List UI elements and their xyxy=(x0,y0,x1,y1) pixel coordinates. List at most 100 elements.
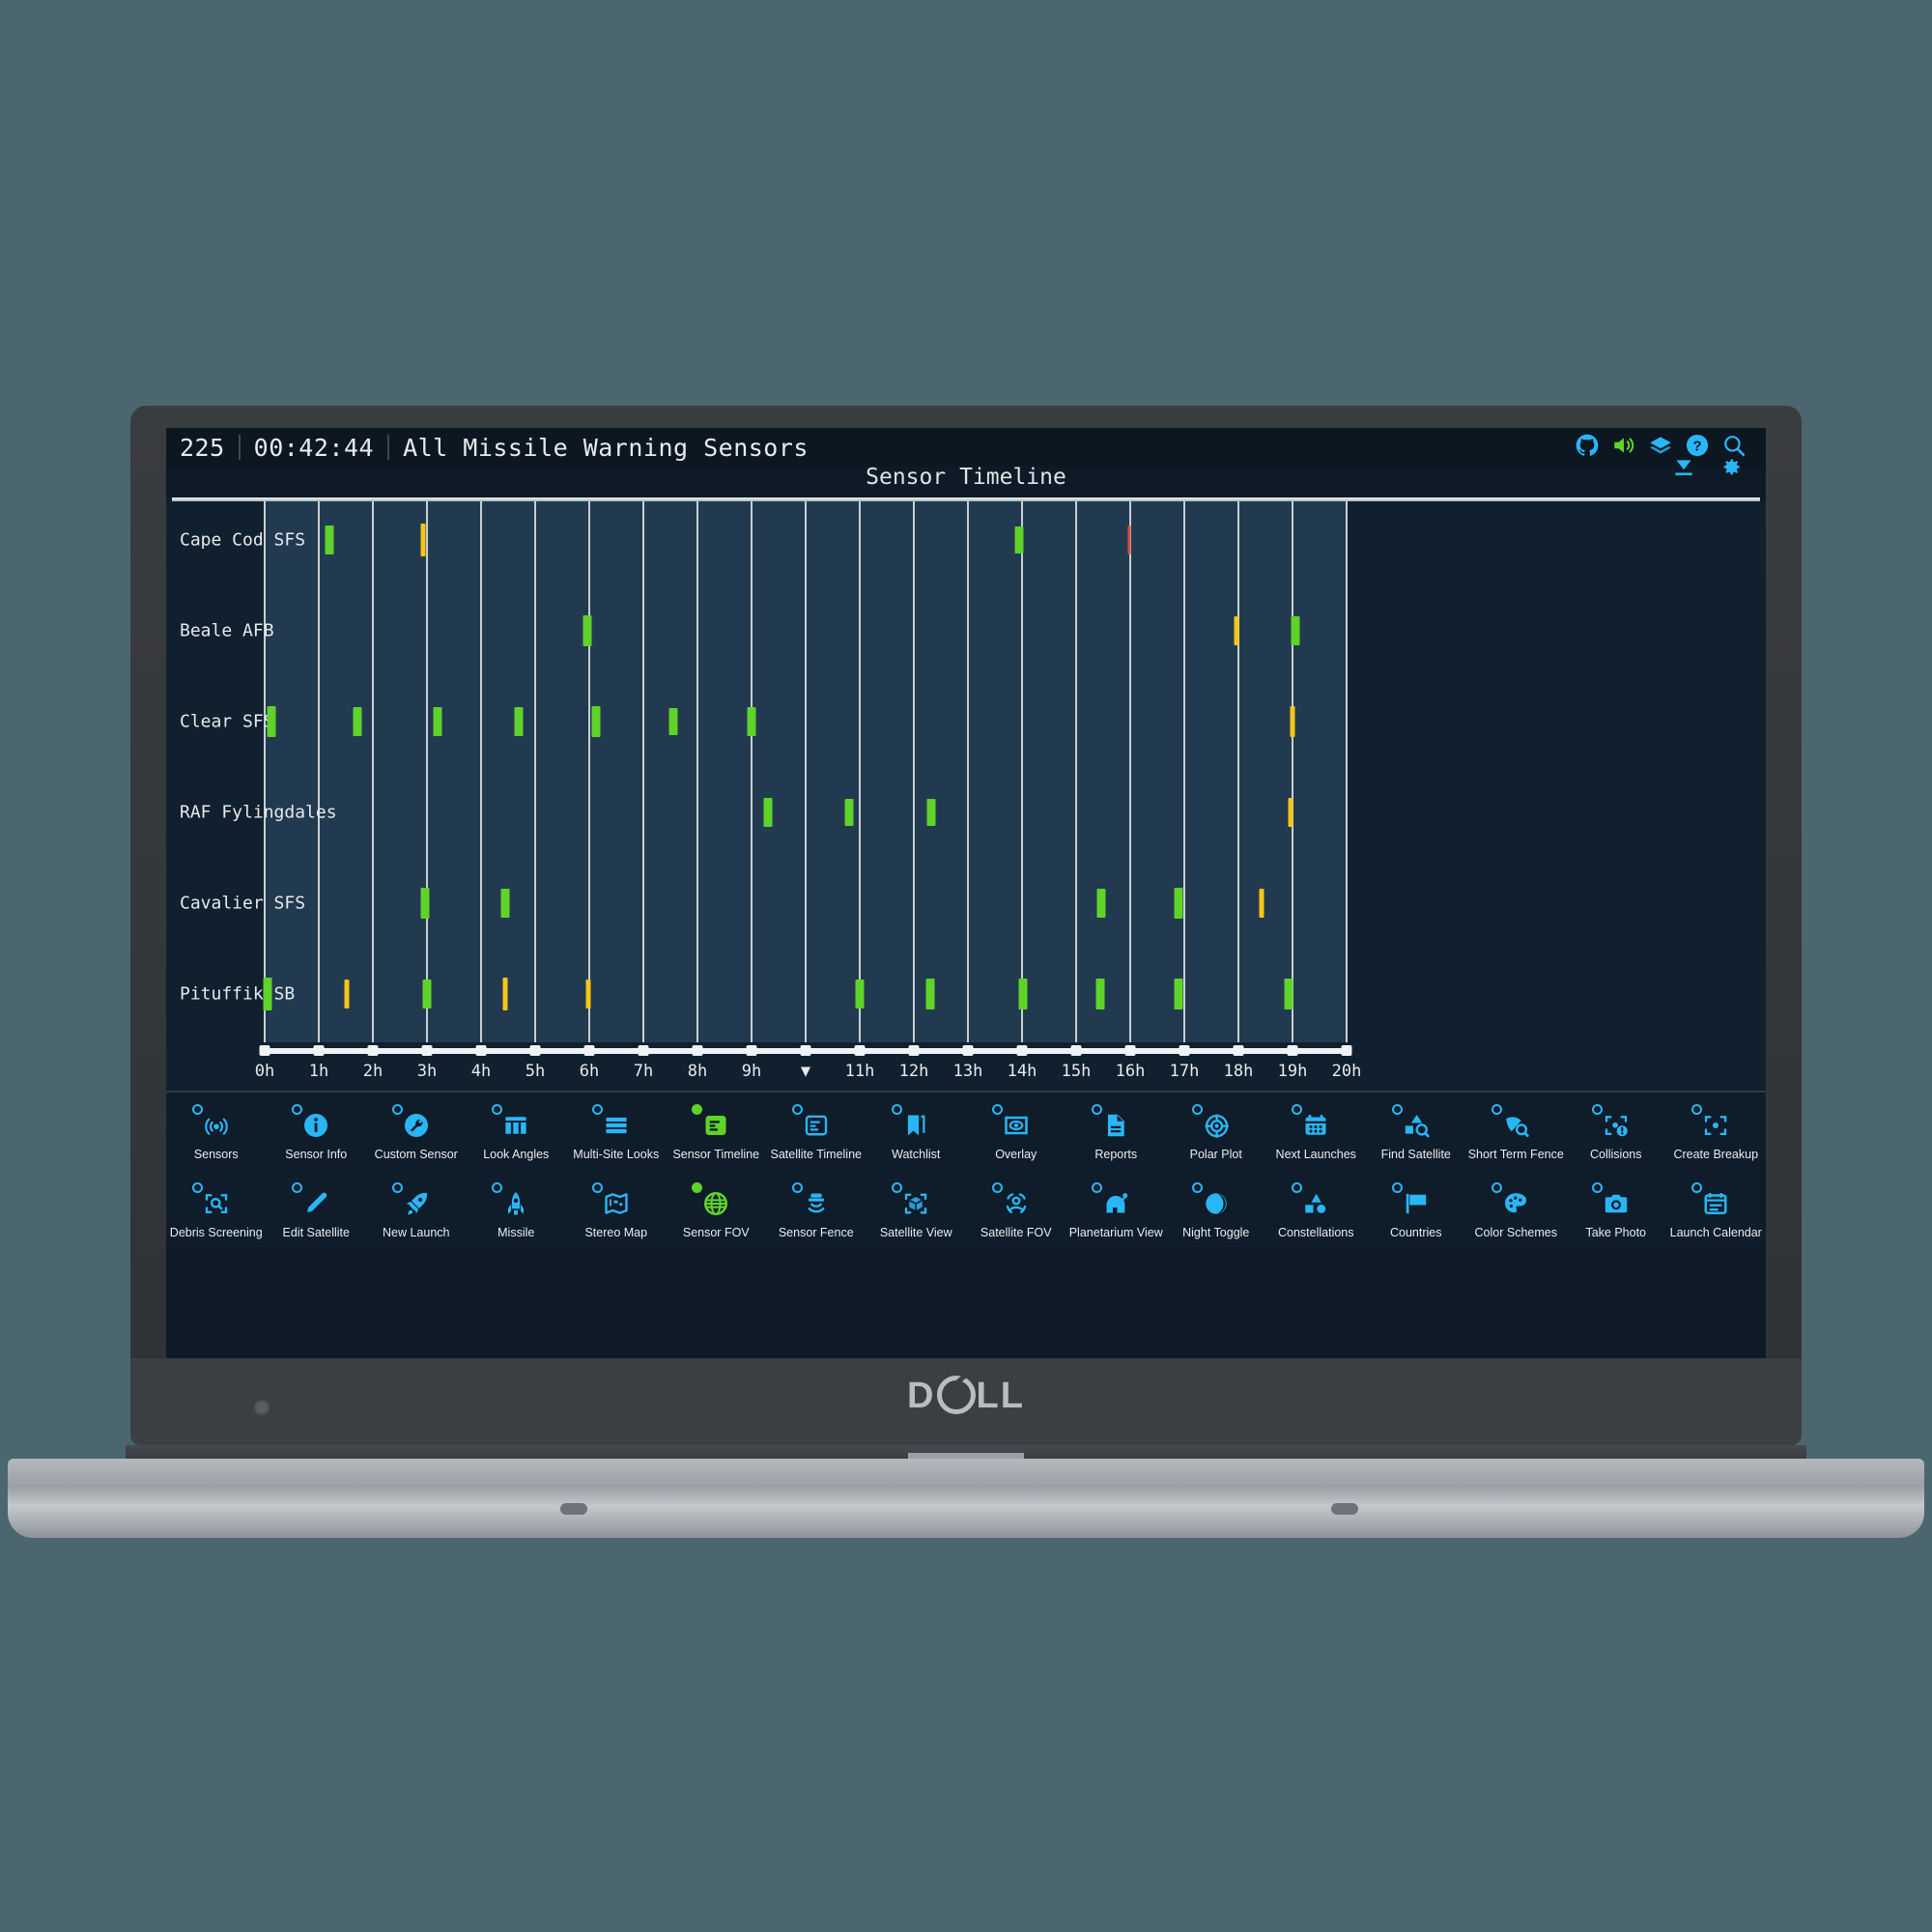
toolbar-item-collisions[interactable]: Collisions xyxy=(1566,1093,1666,1171)
timeline-pass-bar[interactable] xyxy=(855,980,865,1009)
toolbar-item-constellations[interactable]: Constellations xyxy=(1266,1171,1367,1249)
toolbar-item-launch-calendar[interactable]: Launch Calendar xyxy=(1666,1171,1767,1249)
timeline-pass-bar[interactable] xyxy=(433,707,442,736)
toolbar-item-custom-sensor[interactable]: Custom Sensor xyxy=(366,1093,467,1171)
timeline-pass-bar[interactable] xyxy=(1127,526,1131,554)
sensors-icon[interactable] xyxy=(191,1104,239,1145)
toolbar-item-satellite-timeline[interactable]: Satellite Timeline xyxy=(766,1093,867,1171)
toolbar-item-sensor-fence[interactable]: Sensor Fence xyxy=(766,1171,867,1249)
toolbar-item-planetarium-view[interactable]: Planetarium View xyxy=(1066,1171,1167,1249)
timeline-pass-bar[interactable] xyxy=(1259,889,1264,918)
timeline-pass-bar[interactable] xyxy=(1284,979,1293,1009)
collision-alert-icon[interactable] xyxy=(1591,1104,1638,1145)
layers-icon[interactable] xyxy=(1648,433,1673,458)
map-icon[interactable] xyxy=(591,1182,639,1223)
timeline-doc-icon[interactable] xyxy=(692,1104,738,1145)
timeline-pass-bar[interactable] xyxy=(844,799,854,826)
toolbar-item-sensor-info[interactable]: Sensor Info xyxy=(267,1093,367,1171)
info-circle-icon[interactable] xyxy=(292,1104,338,1145)
eye-frame-icon[interactable] xyxy=(991,1104,1038,1145)
toolbar-item-satellite-view[interactable]: Satellite View xyxy=(867,1171,967,1249)
camera-icon[interactable] xyxy=(1591,1182,1638,1223)
toolbar-item-night-toggle[interactable]: Night Toggle xyxy=(1166,1171,1266,1249)
fence-search-icon[interactable] xyxy=(1492,1104,1538,1145)
pencil-icon[interactable] xyxy=(292,1182,338,1223)
toolbar-item-color-schemes[interactable]: Color Schemes xyxy=(1466,1171,1567,1249)
toolbar-item-satellite-fov[interactable]: Satellite FOV xyxy=(966,1171,1066,1249)
timeline-pass-bar[interactable] xyxy=(267,706,276,737)
timeline-pass-bar[interactable] xyxy=(1290,706,1295,737)
toolbar-item-watchlist[interactable]: Watchlist xyxy=(867,1093,967,1171)
sound-on-icon[interactable] xyxy=(1611,433,1636,458)
toolbar-item-sensor-timeline[interactable]: Sensor Timeline xyxy=(667,1093,767,1171)
timeline-outline-icon[interactable] xyxy=(791,1104,838,1145)
cube-frame-icon[interactable] xyxy=(892,1182,938,1223)
flag-icon[interactable] xyxy=(1391,1182,1438,1223)
timeline-pass-bar[interactable] xyxy=(263,978,272,1010)
toolbar-item-polar-plot[interactable]: Polar Plot xyxy=(1166,1093,1266,1171)
breakup-target-icon[interactable] xyxy=(1691,1104,1738,1145)
timeline-pass-bar[interactable] xyxy=(1095,979,1105,1009)
toolbar-item-missile[interactable]: Missile xyxy=(467,1171,567,1249)
debris-scan-icon[interactable] xyxy=(191,1182,239,1223)
timeline-pass-bar[interactable] xyxy=(514,707,524,736)
stacked-bars-icon[interactable] xyxy=(591,1104,639,1145)
toolbar-item-look-angles[interactable]: Look Angles xyxy=(467,1093,567,1171)
toolbar-item-new-launch[interactable]: New Launch xyxy=(366,1171,467,1249)
timeline-pass-bar[interactable] xyxy=(585,980,591,1009)
timeline-pass-bar[interactable] xyxy=(1096,889,1106,918)
timeline-pass-bar[interactable] xyxy=(500,889,510,918)
palette-icon[interactable] xyxy=(1492,1182,1538,1223)
toolbar-item-sensor-fov[interactable]: Sensor FOV xyxy=(667,1171,767,1249)
toolbar-item-reports[interactable]: Reports xyxy=(1066,1093,1167,1171)
satellite-fov-icon[interactable] xyxy=(991,1182,1038,1223)
toolbar-item-stereo-map[interactable]: Stereo Map xyxy=(566,1171,667,1249)
globe-icon[interactable] xyxy=(692,1182,738,1223)
timeline-pass-bar[interactable] xyxy=(925,979,935,1009)
timeline-pass-bar[interactable] xyxy=(1291,616,1300,645)
calendar-dots-icon[interactable] xyxy=(1292,1104,1338,1145)
timeline-pass-bar[interactable] xyxy=(1174,888,1183,919)
timeline-pass-bar[interactable] xyxy=(344,980,350,1009)
observatory-icon[interactable] xyxy=(1092,1182,1138,1223)
calendar-lines-icon[interactable] xyxy=(1691,1182,1738,1223)
timeline-pass-bar[interactable] xyxy=(582,615,592,646)
toolbar-item-overlay[interactable]: Overlay xyxy=(966,1093,1066,1171)
sensor-fence-icon[interactable] xyxy=(791,1182,838,1223)
timeline-pass-bar[interactable] xyxy=(668,708,678,735)
github-icon[interactable] xyxy=(1575,433,1600,458)
toolbar-item-create-breakup[interactable]: Create Breakup xyxy=(1666,1093,1767,1171)
bookmark-icon[interactable] xyxy=(892,1104,938,1145)
moon-icon[interactable] xyxy=(1191,1182,1238,1223)
toolbar-item-sensors[interactable]: Sensors xyxy=(166,1093,267,1171)
toolbar-item-multi-site-looks[interactable]: Multi-Site Looks xyxy=(566,1093,667,1171)
toolbar-item-find-satellite[interactable]: Find Satellite xyxy=(1366,1093,1466,1171)
timeline-pass-bar[interactable] xyxy=(325,526,334,554)
timeline-pass-bar[interactable] xyxy=(422,980,432,1009)
toolbar-item-short-term-fence[interactable]: Short Term Fence xyxy=(1466,1093,1567,1171)
toolbar-item-edit-satellite[interactable]: Edit Satellite xyxy=(267,1171,367,1249)
timeline-pass-bar[interactable] xyxy=(1014,526,1024,554)
timeline-pass-bar[interactable] xyxy=(763,798,773,827)
toolbar-item-countries[interactable]: Countries xyxy=(1366,1171,1466,1249)
timeline-pass-bar[interactable] xyxy=(1234,616,1239,645)
timeline-pass-bar[interactable] xyxy=(353,707,362,736)
timeline-pass-bar[interactable] xyxy=(1174,979,1183,1009)
rocket-launch-icon[interactable] xyxy=(391,1182,439,1223)
timeline-pass-bar[interactable] xyxy=(420,524,426,556)
missile-icon[interactable] xyxy=(492,1182,538,1223)
timeline-pass-bar[interactable] xyxy=(420,888,430,919)
wrench-circle-icon[interactable] xyxy=(391,1104,439,1145)
toolbar-item-debris-screening[interactable]: Debris Screening xyxy=(166,1171,267,1249)
shapes-search-icon[interactable] xyxy=(1391,1104,1438,1145)
crosshair-target-icon[interactable] xyxy=(1191,1104,1238,1145)
timeline-pass-bar[interactable] xyxy=(1018,979,1028,1009)
timeline-pass-bar[interactable] xyxy=(502,978,508,1010)
toolbar-item-next-launches[interactable]: Next Launches xyxy=(1266,1093,1367,1171)
timeline-pass-bar[interactable] xyxy=(591,706,601,737)
toolbar-item-take-photo[interactable]: Take Photo xyxy=(1566,1171,1666,1249)
shapes-icon[interactable] xyxy=(1292,1182,1338,1223)
timeline-pass-bar[interactable] xyxy=(747,707,756,736)
timeline-pass-bar[interactable] xyxy=(1288,798,1293,827)
table-columns-icon[interactable] xyxy=(492,1104,538,1145)
